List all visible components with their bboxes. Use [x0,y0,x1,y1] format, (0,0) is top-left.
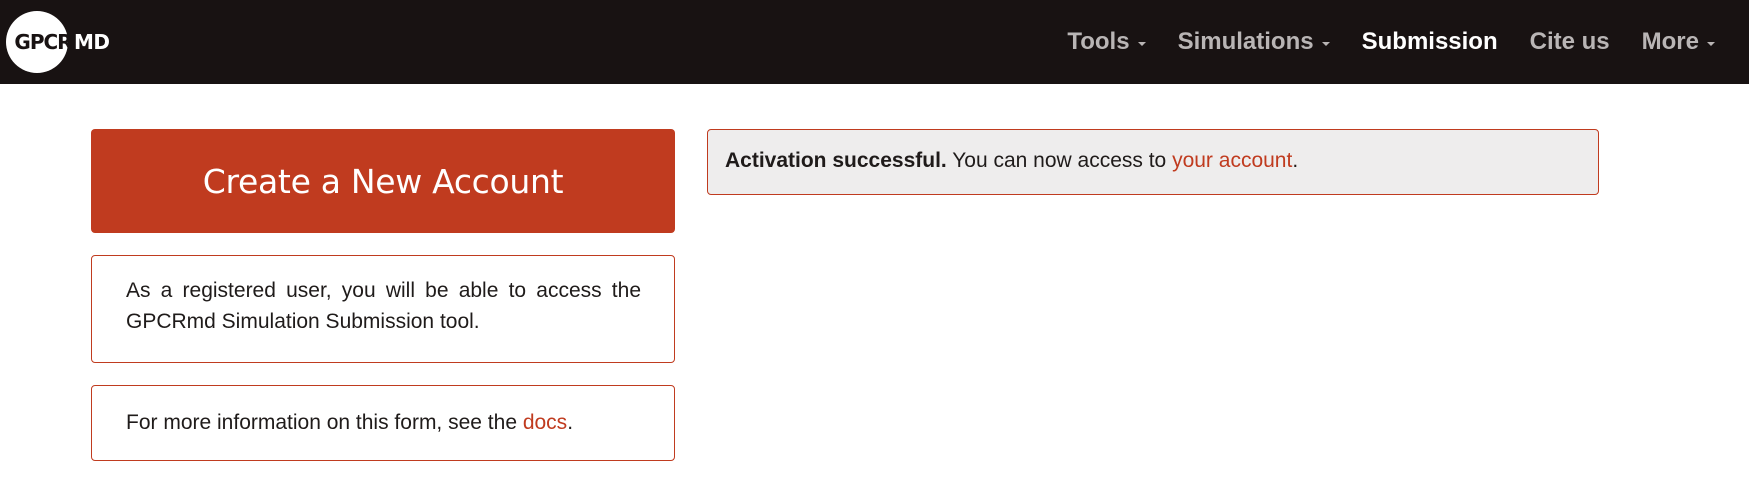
create-account-title: Create a New Account [202,161,564,201]
nav-item-cite-us[interactable]: Cite us [1530,28,1610,56]
activation-alert: Activation successful. You can now acces… [707,129,1599,195]
caret-down-icon [1321,42,1330,46]
nav-item-more[interactable]: More [1642,28,1715,56]
docs-panel: For more information on this form, see t… [91,385,675,461]
caret-down-icon [1707,42,1715,46]
nav-item-label: Submission [1361,28,1498,55]
docs-panel-text-end: . [567,411,574,434]
nav-item-label: Cite us [1529,28,1610,55]
nav-item-simulations[interactable]: Simulations [1178,28,1330,56]
top-navbar: GPCR MD Tools Simulations Submission Cit… [0,0,1749,84]
nav-item-label: Tools [1067,28,1130,55]
alert-text: You can now access to [946,149,1173,172]
gpcrmd-logo[interactable]: GPCR MD [6,11,110,73]
info-panel-text: As a registered user, you will be able t… [126,279,641,333]
create-account-header: Create a New Account [91,129,675,233]
nav-item-submission[interactable]: Submission [1362,28,1498,56]
alert-bold-text: Activation successful. [725,149,947,172]
nav-item-label: Simulations [1177,28,1314,55]
your-account-link[interactable]: your account [1172,149,1292,172]
nav-item-label: More [1641,28,1699,55]
logo-suffix-text: MD [74,30,110,54]
docs-panel-text: For more information on this form, see t… [126,411,523,434]
alert-text-end: . [1292,149,1299,172]
logo-circle-text: GPCR [14,30,72,54]
docs-link[interactable]: docs [523,411,567,434]
info-panel: As a registered user, you will be able t… [91,255,675,363]
nav-item-tools[interactable]: Tools [1067,28,1146,56]
logo-circle: GPCR [6,11,73,73]
caret-down-icon [1137,42,1146,46]
main-nav: Tools Simulations Submission Cite us Mor… [1051,0,1749,84]
